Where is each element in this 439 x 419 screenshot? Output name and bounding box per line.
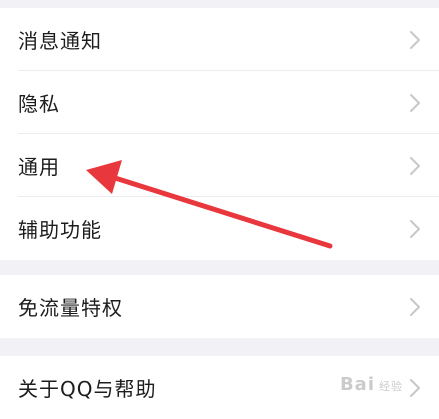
settings-item-accessibility[interactable]: 辅助功能 — [0, 197, 439, 260]
chevron-right-icon — [404, 377, 426, 399]
settings-item-general[interactable]: 通用 — [0, 134, 439, 197]
chevron-right-icon — [404, 218, 426, 240]
watermark-suffix: 经验 — [379, 380, 403, 393]
chevron-right-icon — [404, 29, 426, 51]
group-spacer — [0, 260, 439, 275]
watermark-brand: Bai — [339, 374, 375, 395]
settings-item-label: 消息通知 — [18, 29, 102, 53]
settings-item-label: 辅助功能 — [18, 218, 102, 242]
settings-group-data: 免流量特权 — [0, 275, 439, 338]
chevron-right-icon — [404, 92, 426, 114]
settings-item-label: 免流量特权 — [18, 296, 123, 320]
settings-item-label: 通用 — [18, 155, 60, 179]
settings-item-notifications[interactable]: 消息通知 — [0, 8, 439, 71]
settings-group-main: 消息通知 隐私 通用 辅助功能 — [0, 8, 439, 260]
settings-item-free-data[interactable]: 免流量特权 — [0, 275, 439, 338]
watermark: Bai 经验 — [340, 374, 403, 395]
settings-item-privacy[interactable]: 隐私 — [0, 71, 439, 134]
settings-item-label: 隐私 — [18, 92, 60, 116]
settings-screen: 消息通知 隐私 通用 辅助功能 免流量特权 关于QQ与帮助 Bai 经验 — [0, 0, 439, 419]
top-spacer — [0, 0, 439, 8]
settings-item-label: 关于QQ与帮助 — [18, 377, 157, 401]
chevron-right-icon — [404, 296, 426, 318]
group-spacer — [0, 338, 439, 356]
chevron-right-icon — [404, 155, 426, 177]
